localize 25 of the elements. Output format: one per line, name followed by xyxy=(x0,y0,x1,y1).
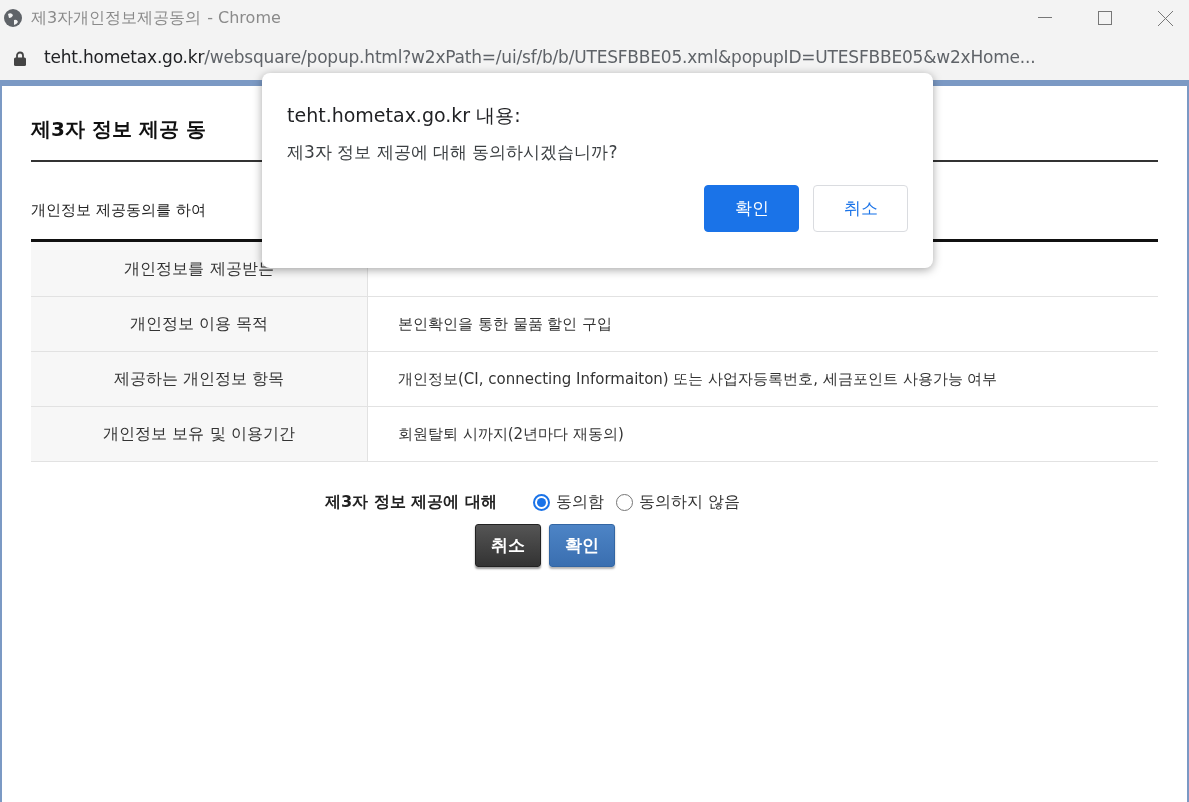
close-icon xyxy=(1157,10,1173,26)
page-title: 제3자 정보 제공 동 xyxy=(31,117,206,141)
dialog-title: teht.hometax.go.kr 내용: xyxy=(287,103,522,128)
radio-option[interactable]: 동의함 xyxy=(532,490,604,514)
lock-icon xyxy=(14,50,26,66)
app-name: - Chrome xyxy=(207,7,281,29)
minimize-icon xyxy=(1038,17,1052,19)
dialog-cancel-button[interactable]: 취소 xyxy=(813,185,908,232)
row-label: 개인정보 이용 목적 xyxy=(31,297,368,351)
window-title: 제3자개인정보제공동의 xyxy=(31,7,202,29)
radio-option[interactable]: 동의하지 않음 xyxy=(615,490,740,514)
row-value: 회원탈퇴 시까지(2년마다 재동의) xyxy=(397,423,625,445)
row-label: 제공하는 개인정보 항목 xyxy=(31,352,368,406)
dialog-message: 제3자 정보 제공에 대해 동의하시겠습니까? xyxy=(287,140,619,164)
intro-text: 개인정보 제공동의를 하여 xyxy=(31,201,206,219)
consent-label: 제3자 정보 제공에 대해 xyxy=(325,491,497,513)
row-value: 본인확인을 통한 물품 할인 구입 xyxy=(397,313,614,335)
row-label: 개인정보 보유 및 이용기간 xyxy=(31,407,368,461)
confirm-button[interactable]: 확인 xyxy=(548,524,615,567)
globe-icon xyxy=(3,8,23,28)
dialog-confirm-button[interactable]: 확인 xyxy=(704,185,799,232)
url-text: teht.hometax.go.kr/websquare/popup.html?w2xPath=/ui/sf/b/b/UTESFBBE05.xml&popupID=UTESFBBE05&w2xHome... xyxy=(44,46,1036,70)
row-value: 개인정보(CI, connecting Informaiton) 또는 사업자등록번호, 세금포인트 사용가능 여부 xyxy=(397,368,999,390)
maximize-icon xyxy=(1098,11,1112,25)
cancel-button[interactable]: 취소 xyxy=(474,524,541,567)
